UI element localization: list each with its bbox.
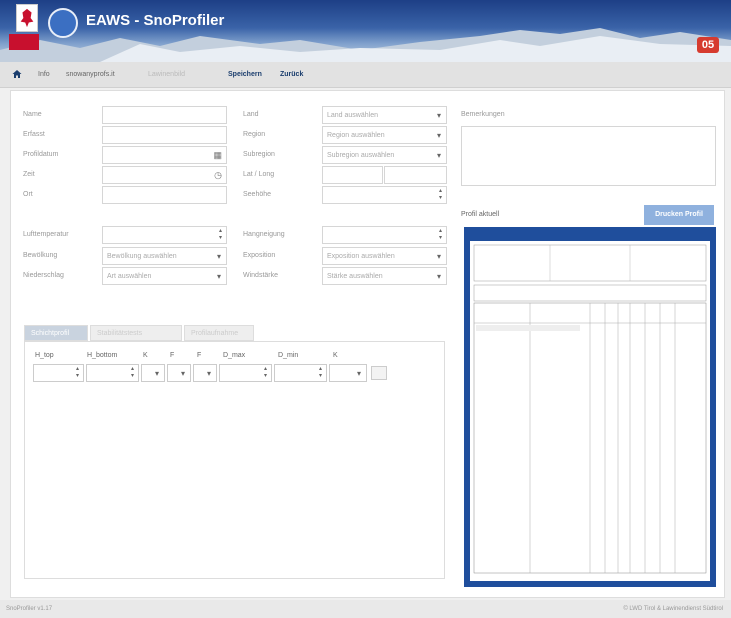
label-precipitation: Niederschlag bbox=[23, 272, 64, 279]
menu-bar: Info snowanyprofs.it Lawinenbild Speiche… bbox=[0, 62, 731, 88]
back-button[interactable]: Zurück bbox=[280, 71, 303, 78]
hardness-select[interactable] bbox=[329, 364, 367, 382]
cloud-select[interactable]: Bewölkung auswählen bbox=[102, 247, 227, 265]
label-elevation: Seehöhe bbox=[243, 191, 272, 198]
profile-sheet-drawing bbox=[470, 233, 710, 574]
label-author: Erfasst bbox=[23, 131, 45, 138]
tirol-eagle-logo bbox=[16, 4, 38, 32]
label-slope-angle: Hangneigung bbox=[243, 231, 285, 238]
label-place: Ort bbox=[23, 191, 33, 198]
save-button[interactable]: Speichern bbox=[228, 71, 262, 78]
preview-title: Profil aktuell bbox=[461, 211, 500, 218]
hbottom-stepper[interactable] bbox=[86, 364, 139, 382]
date-input[interactable]: ▦ bbox=[102, 146, 227, 164]
col-header-htop: H_top bbox=[35, 352, 54, 359]
name-input[interactable] bbox=[102, 106, 227, 124]
country-select[interactable]: Land auswählen bbox=[322, 106, 447, 124]
layer-table-panel: H_top H_bottom K F F D_max D_min K bbox=[24, 341, 445, 579]
eaws-logo bbox=[48, 8, 78, 38]
form1-select[interactable] bbox=[167, 364, 191, 382]
home-icon[interactable] bbox=[12, 69, 22, 79]
label-country: Land bbox=[243, 111, 259, 118]
profile-sheet-image bbox=[470, 233, 710, 581]
profile-preview bbox=[464, 227, 716, 587]
slope-angle-stepper[interactable] bbox=[322, 226, 447, 244]
label-latlong: Lat / Long bbox=[243, 171, 275, 178]
label-region: Region bbox=[243, 131, 266, 138]
dmax-stepper[interactable] bbox=[219, 364, 272, 382]
label-wind: Windstärke bbox=[243, 272, 279, 279]
label-air-temp: Lufttemperatur bbox=[23, 231, 69, 238]
profile-form-panel: Name Erfasst Profildatum ▦ Zeit ◷ Ort La… bbox=[10, 90, 725, 598]
longitude-input[interactable] bbox=[384, 166, 447, 184]
step-badge: 05 bbox=[697, 37, 719, 53]
suedtirol-logo bbox=[9, 34, 39, 50]
label-exposition: Exposition bbox=[243, 252, 276, 259]
menu-site[interactable]: snowanyprofs.it bbox=[66, 71, 115, 78]
tab-stability-tests[interactable]: Stabilitätstests bbox=[90, 325, 182, 341]
app-header: EAWS - SnoProfiler 05 bbox=[0, 0, 731, 62]
exposition-select[interactable]: Exposition auswählen bbox=[322, 247, 447, 265]
label-cloud: Bewölkung bbox=[23, 252, 58, 259]
label-date: Profildatum bbox=[23, 151, 59, 158]
col-header-hbottom: H_bottom bbox=[87, 352, 118, 359]
grain-select[interactable] bbox=[141, 364, 165, 382]
footer-copyright: © LWD Tirol & Lawinendienst Südtirol bbox=[623, 606, 723, 612]
footer-version: SnoProfiler v1.17 bbox=[6, 606, 53, 612]
air-temp-stepper[interactable] bbox=[102, 226, 227, 244]
col-header-form2: F bbox=[197, 352, 202, 359]
col-header-hardness: K bbox=[333, 352, 338, 359]
clock-icon[interactable]: ◷ bbox=[214, 170, 222, 181]
col-header-form1: F bbox=[170, 352, 175, 359]
time-input[interactable]: ◷ bbox=[102, 166, 227, 184]
menu-info[interactable]: Info bbox=[38, 71, 50, 78]
region-select[interactable]: Region auswählen bbox=[322, 126, 447, 144]
col-header-dmax: D_max bbox=[223, 352, 246, 359]
mountain-panorama bbox=[0, 28, 731, 62]
status-bar: SnoProfiler v1.17 © LWD Tirol & Lawinend… bbox=[0, 600, 731, 618]
latitude-input[interactable] bbox=[322, 166, 383, 184]
print-profile-button[interactable]: Drucken Profil bbox=[644, 205, 714, 225]
menu-faded-item: Lawinenbild bbox=[148, 71, 185, 78]
app-title: EAWS - SnoProfiler bbox=[86, 12, 225, 29]
tab-profile-record[interactable]: Profilaufnahme bbox=[184, 325, 254, 341]
calendar-icon[interactable]: ▦ bbox=[213, 150, 222, 161]
label-time: Zeit bbox=[23, 171, 35, 178]
tab-layer-profile[interactable]: Schichtprofil bbox=[24, 325, 88, 341]
col-header-dmin: D_min bbox=[278, 352, 299, 359]
label-subregion: Subregion bbox=[243, 151, 275, 158]
form2-select[interactable] bbox=[193, 364, 217, 382]
elevation-stepper[interactable] bbox=[322, 186, 447, 204]
label-remarks: Bemerkungen bbox=[461, 111, 505, 118]
subregion-select[interactable]: Subregion auswählen bbox=[322, 146, 447, 164]
htop-stepper[interactable] bbox=[33, 364, 84, 382]
delete-row-button[interactable] bbox=[371, 366, 387, 380]
remarks-textarea[interactable] bbox=[461, 126, 716, 186]
label-name: Name bbox=[23, 111, 42, 118]
author-input[interactable] bbox=[102, 126, 227, 144]
col-header-grain: K bbox=[143, 352, 148, 359]
wind-select[interactable]: Stärke auswählen bbox=[322, 267, 447, 285]
place-input[interactable] bbox=[102, 186, 227, 204]
precipitation-select[interactable]: Art auswählen bbox=[102, 267, 227, 285]
dmin-stepper[interactable] bbox=[274, 364, 327, 382]
